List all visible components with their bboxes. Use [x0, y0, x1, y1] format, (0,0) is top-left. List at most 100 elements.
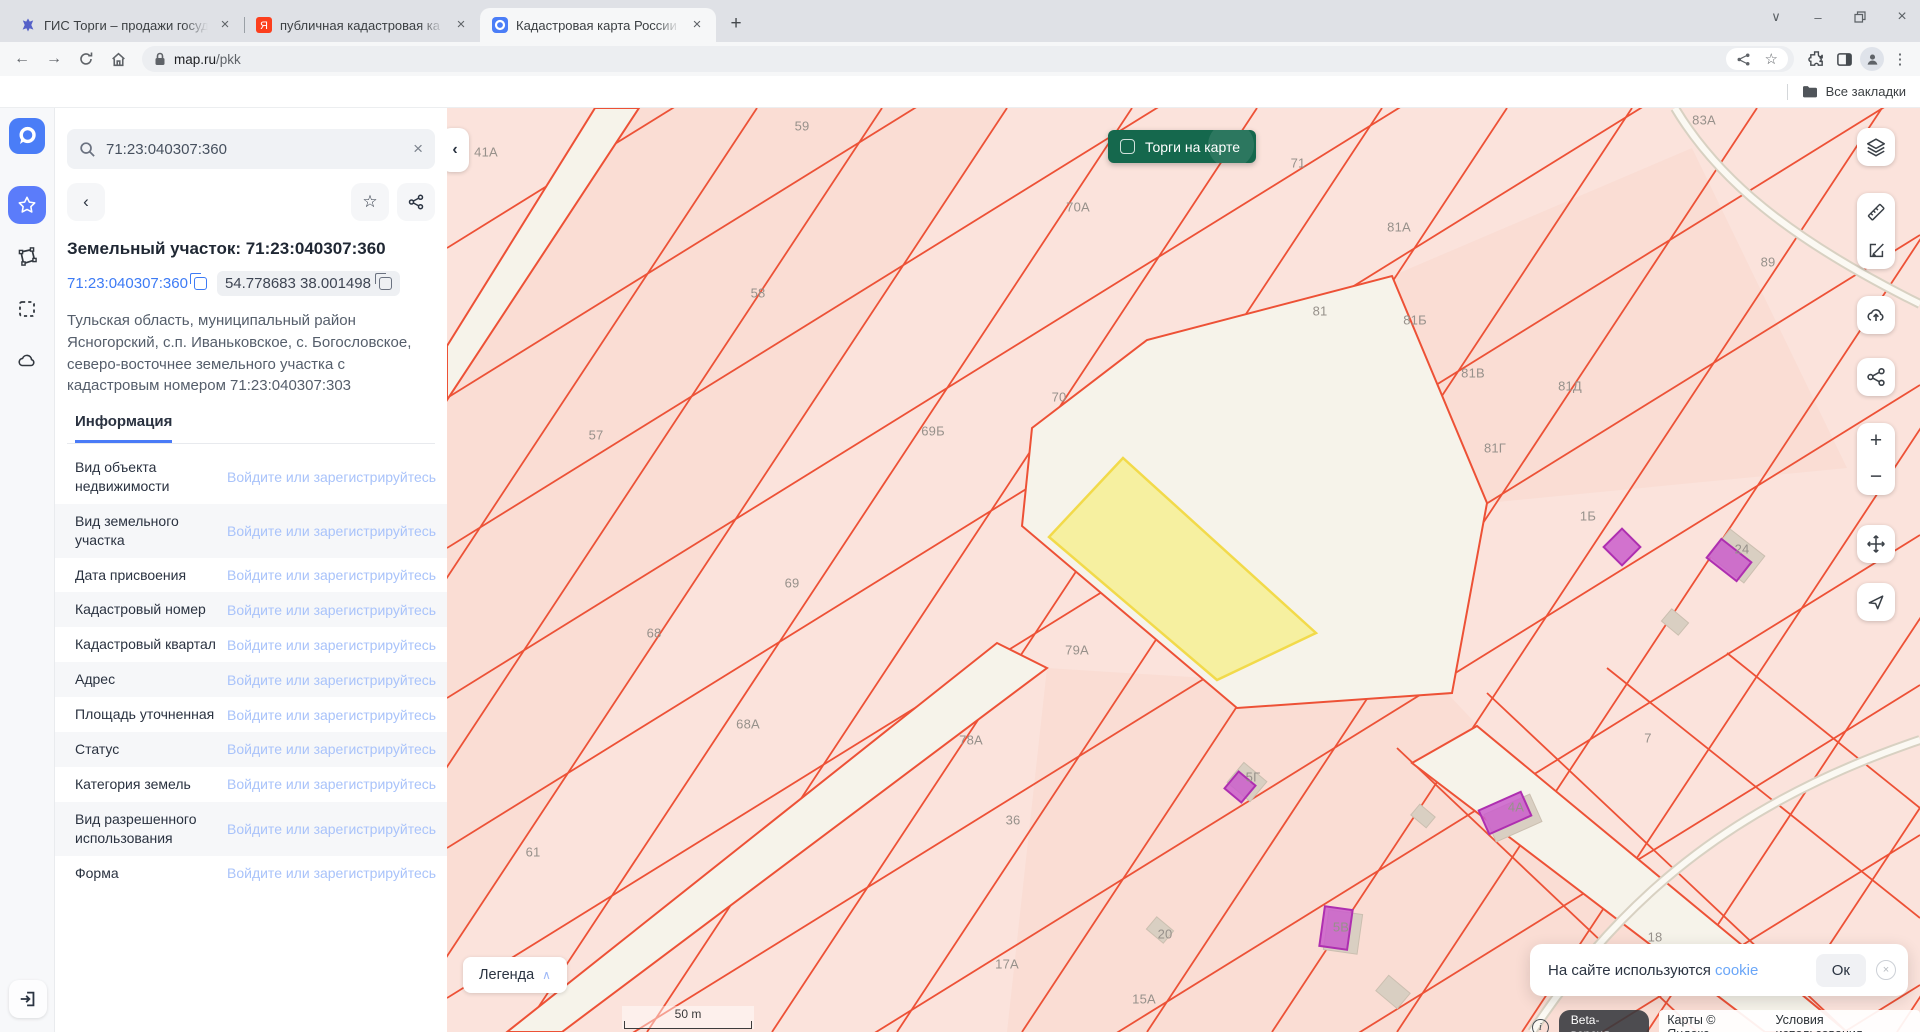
parcel-number-label: 4А: [1507, 799, 1525, 815]
profile-avatar[interactable]: [1860, 47, 1884, 71]
terms-link[interactable]: Условия использования: [1776, 1013, 1912, 1032]
pan-button[interactable]: [1857, 525, 1895, 563]
browser-tab[interactable]: ГИС Торги – продажи госуд ×: [8, 8, 245, 42]
parcel-number-label: 15А: [1132, 991, 1156, 1007]
url-bar[interactable]: map.ru/pkk ☆: [142, 46, 1794, 72]
parcel-ids: 71:23:040307:360 54.778683 38.001498: [67, 271, 435, 296]
upload-button[interactable]: [1857, 296, 1895, 334]
info-row-label: Вид объекта недвижимости: [75, 459, 170, 494]
parcel-number-label: 20: [1157, 926, 1173, 942]
browser-menu-chevron-icon[interactable]: ∨: [1768, 9, 1784, 25]
parcel-number-label: 41А: [474, 144, 498, 160]
parcel-number-label: 36: [1005, 812, 1021, 828]
layers-button[interactable]: [1857, 128, 1895, 166]
browser-menu-icon[interactable]: ⋮: [1888, 47, 1912, 71]
minimize-icon[interactable]: –: [1810, 10, 1826, 25]
tab-close-icon[interactable]: ×: [216, 16, 234, 34]
cookie-ok-button[interactable]: Ок: [1815, 953, 1866, 987]
scale-bar: 50 m: [622, 1006, 754, 1029]
cookie-dismiss-icon[interactable]: ×: [1876, 960, 1896, 980]
info-row: Дата присвоения Войдите или зарегистрируй…: [55, 558, 447, 593]
copy-icon[interactable]: [374, 273, 392, 290]
lock-icon: [154, 52, 166, 66]
favorites-tool-button[interactable]: [8, 186, 46, 224]
tab-close-icon[interactable]: ×: [452, 16, 470, 34]
share-parcel-button[interactable]: [397, 183, 435, 221]
parcel-number-label: 70А: [1066, 199, 1090, 215]
info-row: Кадастровый номер Войдите или зарегистрир…: [55, 592, 447, 628]
parcel-number-label: 81Г: [1483, 440, 1507, 456]
extensions-puzzle-icon[interactable]: [1804, 47, 1828, 71]
legend-button[interactable]: Легенда ∧: [463, 957, 567, 993]
bookmark-star-icon[interactable]: ☆: [1765, 50, 1778, 68]
login-register-link[interactable]: Войдите или зарегистрируйтесь: [227, 637, 436, 653]
search-input[interactable]: 71:23:040307:360 ×: [67, 129, 435, 169]
login-register-link[interactable]: Войдите или зарегистрируйтесь: [227, 523, 436, 539]
parcel-address: Тульская область, муниципальный район Яс…: [67, 312, 412, 395]
reload-icon[interactable]: [72, 45, 100, 73]
mapru-logo[interactable]: [9, 118, 45, 154]
login-register-link[interactable]: Войдите или зарегистрируйтесь: [227, 741, 436, 757]
login-button[interactable]: [9, 980, 47, 1018]
tab-close-icon[interactable]: ×: [688, 16, 706, 34]
cookie-banner: На сайте используются cookie Ок ×: [1530, 944, 1908, 996]
browser-tab[interactable]: Кадастровая карта России о ×: [480, 8, 716, 42]
torgi-toggle-button[interactable]: Торги на карте: [1108, 130, 1256, 163]
login-register-link[interactable]: Войдите или зарегистрируйтесь: [227, 865, 436, 881]
cadastral-number-link[interactable]: 71:23:040307:360: [67, 273, 207, 292]
home-icon[interactable]: [104, 45, 132, 73]
forward-icon[interactable]: →: [40, 45, 68, 73]
parcel-number-label: 79А: [1065, 642, 1089, 658]
parcel-number-label: 68А: [736, 716, 760, 732]
copy-icon[interactable]: [189, 273, 207, 290]
all-bookmarks-button[interactable]: Все закладки: [1802, 84, 1906, 99]
tab-information[interactable]: Информация: [75, 413, 173, 443]
share-map-button[interactable]: [1857, 358, 1895, 396]
locate-button[interactable]: [1857, 583, 1895, 621]
ruler-icon: [1867, 203, 1885, 221]
panel-back-button[interactable]: ‹: [67, 183, 105, 221]
cadastral-map[interactable]: 41А 59 71 83А 70А 81А 89 58 81 81Б 81В 81Д 70 69Б 57 81…: [447, 108, 1920, 1032]
login-register-link[interactable]: Войдите или зарегистрируйтесь: [227, 776, 436, 792]
ruler-button[interactable]: [1865, 201, 1887, 223]
parcel-number-label: 5В: [1332, 919, 1350, 935]
select-area-tool-button[interactable]: [8, 290, 46, 328]
cookie-link[interactable]: cookie: [1715, 962, 1758, 979]
polygon-tool-button[interactable]: [8, 238, 46, 276]
close-window-icon[interactable]: ×: [1894, 8, 1910, 26]
edit-icon: [1869, 243, 1884, 258]
parcel-number-label: 17А: [995, 956, 1019, 972]
info-row: Форма Войдите или зарегистрируйтесь: [55, 856, 447, 891]
browser-window: ГИС Торги – продажи госуд × Япубличная кад…: [0, 0, 1920, 1032]
share-icon[interactable]: [1736, 52, 1751, 67]
favorite-parcel-button[interactable]: ☆: [351, 183, 389, 221]
login-register-link[interactable]: Войдите или зарегистрируйтесь: [227, 707, 436, 723]
parcel-number-label: 70: [1051, 389, 1067, 405]
login-register-link[interactable]: Войдите или зарегистрируйтесь: [227, 469, 436, 485]
parcel-number-label: 18: [1647, 929, 1663, 945]
move-icon: [1867, 535, 1885, 553]
clear-search-icon[interactable]: ×: [413, 139, 423, 159]
tab-title: ГИС Торги – продажи госуд: [44, 17, 208, 33]
info-icon[interactable]: i: [1532, 1018, 1549, 1032]
cloud-tool-button[interactable]: [8, 342, 46, 380]
login-register-link[interactable]: Войдите или зарегистрируйтесь: [227, 602, 436, 618]
edit-button[interactable]: [1865, 239, 1887, 261]
chevron-up-icon: ∧: [542, 968, 551, 982]
login-register-link[interactable]: Войдите или зарегистрируйтесь: [227, 672, 436, 688]
scale-label: 50 m: [674, 1007, 702, 1021]
restore-icon[interactable]: [1852, 11, 1868, 23]
zoom-out-button[interactable]: −: [1870, 459, 1882, 495]
svg-text:Я: Я: [260, 20, 268, 32]
browser-tab[interactable]: Япубличная кадастровая ка ×: [244, 8, 481, 42]
collapse-panel-button[interactable]: ‹: [447, 128, 469, 172]
side-panel-icon[interactable]: [1832, 47, 1856, 71]
login-register-link[interactable]: Войдите или зарегистрируйтесь: [227, 821, 436, 837]
back-icon[interactable]: ←: [8, 45, 36, 73]
zoom-in-button[interactable]: +: [1870, 423, 1882, 459]
new-tab-button[interactable]: +: [722, 10, 750, 38]
maps-copyright: Карты © Яндекс: [1667, 1013, 1716, 1032]
torgi-checkbox[interactable]: [1120, 139, 1135, 154]
login-register-link[interactable]: Войдите или зарегистрируйтесь: [227, 567, 436, 583]
info-row: Вид разрешенного использования Войдите ил…: [55, 801, 447, 856]
